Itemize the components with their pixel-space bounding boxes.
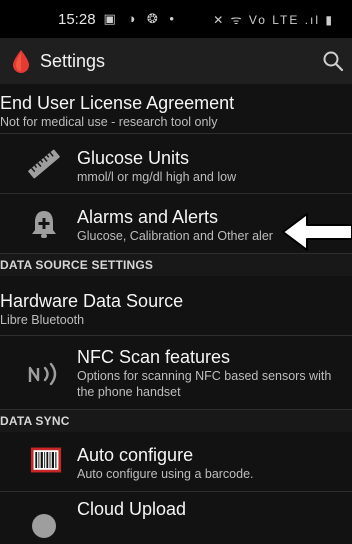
- item-subtitle: Libre Bluetooth: [0, 313, 85, 327]
- item-subtitle: Options for scanning NFC based sensors w…: [77, 369, 332, 399]
- settings-item-nfc-scan[interactable]: NFC Scan features Options for scanning N…: [0, 336, 352, 410]
- ruler-icon: [28, 149, 60, 179]
- item-subtitle: mmol/l or mg/dl high and low: [77, 170, 237, 184]
- item-subtitle: Auto configure using a barcode.: [77, 467, 254, 481]
- app-bar: Settings: [0, 38, 352, 84]
- status-notification-icons: ▣ ◑ ❂ •: [103, 11, 178, 26]
- item-subtitle: Not for medical use - research tool only: [0, 115, 218, 129]
- status-time: 15:28: [58, 10, 96, 28]
- item-title: Glucose Units: [77, 148, 190, 168]
- item-title: Cloud Upload: [77, 499, 187, 519]
- barcode-icon: [30, 447, 62, 473]
- cloud-icon: [32, 514, 56, 538]
- settings-item-cloud-upload[interactable]: Cloud Upload: [0, 492, 352, 538]
- section-header-data-source: DATA SOURCE SETTINGS: [0, 254, 352, 276]
- settings-item-eula[interactable]: End User License Agreement Not for medic…: [0, 84, 352, 134]
- search-icon[interactable]: [322, 50, 344, 72]
- nfc-icon: [28, 362, 57, 386]
- section-header-data-sync: DATA SYNC: [0, 410, 352, 432]
- settings-item-hardware-source[interactable]: Hardware Data Source Libre Bluetooth: [0, 276, 352, 336]
- alarm-bell-icon: [32, 211, 56, 238]
- blood-drop-icon: [13, 50, 29, 73]
- settings-item-auto-configure[interactable]: Auto configure Auto configure using a ba…: [0, 432, 352, 492]
- item-title: NFC Scan features: [77, 347, 231, 367]
- status-system-icons: ✕ ᯤ Vo LTE .ıl ▮: [213, 12, 334, 27]
- settings-item-glucose-units[interactable]: Glucose Units mmol/l or mg/dl high and l…: [0, 134, 352, 194]
- page-title: Settings: [40, 50, 106, 71]
- item-title: Hardware Data Source: [0, 291, 184, 311]
- item-title: Auto configure: [77, 445, 194, 465]
- item-title: End User License Agreement: [0, 93, 235, 113]
- status-bar: 15:28 ▣ ◑ ❂ • ✕ ᯤ Vo LTE .ıl ▮: [0, 0, 352, 38]
- left-arrow-icon: [282, 213, 352, 251]
